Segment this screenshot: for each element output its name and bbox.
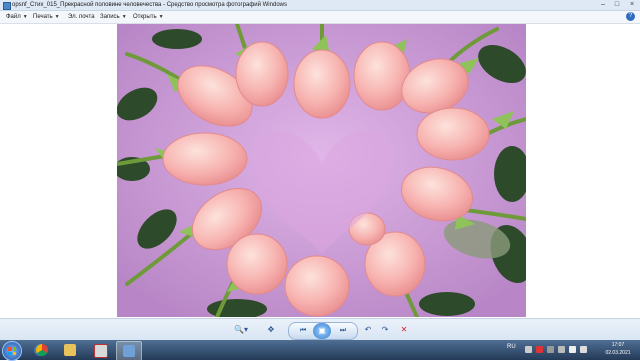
folder-icon <box>64 344 76 356</box>
chevron-down-icon: ▼ <box>54 14 60 20</box>
rotate-left-icon: ↶ <box>364 325 372 334</box>
minimize-icon: – <box>601 1 605 8</box>
taskbar-explorer[interactable] <box>58 341 82 359</box>
chevron-down-icon: ▼ <box>22 14 28 20</box>
rotate-left-button[interactable]: ↶ <box>362 324 374 336</box>
menu-email-label: Эл. почта <box>68 14 95 20</box>
clock-date: 02.03.2021 <box>605 350 631 356</box>
help-button[interactable]: ? <box>626 12 635 21</box>
magnifier-icon: 🔍▾ <box>234 325 248 334</box>
menu-email[interactable]: Эл. почта <box>68 11 95 23</box>
taskbar-photo-viewer[interactable] <box>116 341 142 361</box>
roses-heart-image <box>117 24 526 317</box>
chrome-icon <box>36 344 48 356</box>
actual-size-button[interactable]: ✥ <box>264 324 278 336</box>
usb-icon[interactable] <box>547 346 554 353</box>
chevron-down-icon: ▼ <box>158 14 164 20</box>
menu-print[interactable]: Печать ▼ <box>33 11 60 23</box>
delete-button[interactable]: ✕ <box>398 324 410 336</box>
tray-arrow-icon[interactable] <box>525 346 532 353</box>
next-button[interactable]: ⏭ <box>335 324 351 338</box>
menu-open[interactable]: Открыть ▼ <box>133 11 164 23</box>
help-icon: ? <box>628 13 633 19</box>
viewer-toolbar: 🔍▾ ✥ ⏮ ▣ ⏭ ↶ ↷ ✕ <box>0 318 640 341</box>
slideshow-icon: ▣ <box>318 326 326 335</box>
clock[interactable]: 17:07 02.03.2021 <box>600 341 636 357</box>
photo-viewer-icon <box>3 2 11 10</box>
title-bar: opsnf_Стих_015_Прекрасной половине челов… <box>0 0 640 11</box>
antivirus-icon[interactable] <box>536 346 543 353</box>
close-button[interactable]: × <box>624 0 640 10</box>
taskbar-chrome[interactable] <box>30 341 54 359</box>
fit-window-icon: ✥ <box>267 325 275 334</box>
network-icon[interactable] <box>569 346 576 353</box>
taskbar-media[interactable] <box>88 341 112 359</box>
media-player-icon <box>94 344 108 358</box>
window-title: opsnf_Стих_015_Прекрасной половине челов… <box>12 2 287 8</box>
maximize-icon: □ <box>614 1 620 8</box>
windows-logo-icon <box>8 347 16 355</box>
rotate-right-button[interactable]: ↷ <box>379 324 391 336</box>
menu-open-label: Открыть <box>133 14 157 20</box>
language-indicator[interactable]: RU <box>507 344 516 350</box>
minimize-button[interactable]: – <box>596 0 610 10</box>
menu-burn[interactable]: Запись ▼ <box>100 11 127 23</box>
slideshow-button[interactable]: ▣ <box>313 323 331 339</box>
taskbar: RU 17:07 02.03.2021 <box>0 340 640 361</box>
rotate-right-icon: ↷ <box>381 325 389 334</box>
menu-print-label: Печать <box>33 14 53 20</box>
menu-file-label: Файл <box>6 14 21 20</box>
close-icon: × <box>629 1 635 8</box>
photo-viewer-icon <box>123 345 135 357</box>
image-viewer-area[interactable] <box>0 24 640 318</box>
photo-roses-heart <box>117 24 526 317</box>
menu-bar: Файл ▼ Печать ▼ Эл. почта Запись ▼ Открыть ▼… <box>0 11 640 24</box>
menu-file[interactable]: Файл ▼ <box>6 11 28 23</box>
menu-burn-label: Запись <box>100 14 120 20</box>
system-tray: RU 17:07 02.03.2021 <box>500 340 640 360</box>
flag-icon[interactable] <box>558 346 565 353</box>
clock-time: 17:07 <box>611 342 625 348</box>
volume-icon[interactable] <box>580 346 587 353</box>
navigation-group: ⏮ ▣ ⏭ <box>288 322 358 340</box>
delete-icon: ✕ <box>400 325 408 334</box>
chevron-down-icon: ▼ <box>121 14 127 20</box>
start-button[interactable] <box>2 341 22 361</box>
next-icon: ⏭ <box>339 327 347 334</box>
previous-icon: ⏮ <box>299 327 307 334</box>
zoom-button[interactable]: 🔍▾ <box>229 324 253 336</box>
maximize-button[interactable]: □ <box>610 0 624 10</box>
previous-button[interactable]: ⏮ <box>295 324 311 338</box>
